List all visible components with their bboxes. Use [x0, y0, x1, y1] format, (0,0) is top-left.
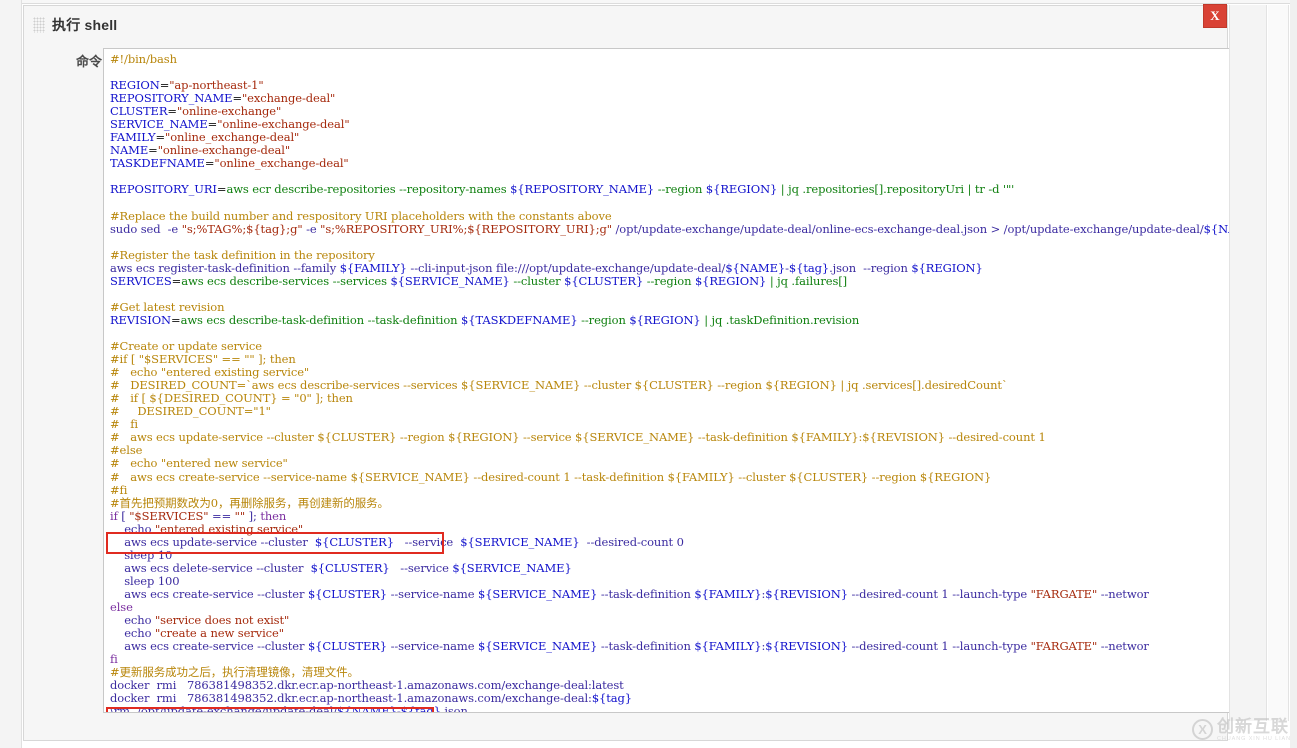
page-right-edge [1290, 0, 1297, 748]
watermark-logo-icon: X [1192, 719, 1214, 741]
watermark-cn: 创新互联 [1217, 716, 1290, 736]
watermark-text: 创新互联 CHUANG XIN HU LIAN [1217, 718, 1291, 743]
command-textarea[interactable]: #!/bin/bash REGION="ap-northeast-1" REPOS… [103, 48, 1229, 713]
watermark: X 创新互联 CHUANG XIN HU LIAN [1192, 718, 1291, 743]
shell-script-code: #!/bin/bash REGION="ap-northeast-1" REPOS… [110, 52, 1229, 713]
page-left-gutter [0, 0, 22, 748]
command-textarea-content: #!/bin/bash REGION="ap-northeast-1" REPOS… [104, 49, 1229, 713]
build-step-header: 执行 shell [24, 6, 1227, 44]
page-top-rule [22, 0, 1297, 4]
close-button[interactable]: X [1203, 4, 1227, 28]
page-right-column-a [1229, 5, 1267, 721]
page-title: 执行 shell [52, 17, 118, 33]
page-root: 执行 shell 命令 #!/bin/bash REGION="ap-north… [0, 0, 1297, 748]
drag-handle-icon[interactable] [33, 17, 45, 33]
build-step-panel: 执行 shell 命令 #!/bin/bash REGION="ap-north… [23, 5, 1229, 741]
page-right-column-b [1268, 5, 1289, 721]
command-field-label: 命令 [75, 54, 102, 69]
watermark-pinyin: CHUANG XIN HU LIAN [1217, 735, 1291, 742]
